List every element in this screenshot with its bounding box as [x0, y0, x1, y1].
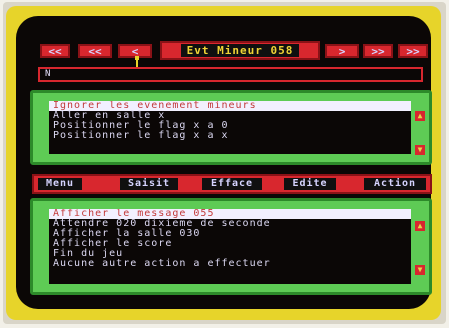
scroll-up-icon[interactable]: ▲ [415, 221, 425, 231]
record-title: Evt Mineur 058 [180, 44, 300, 57]
scroll-up-icon[interactable]: ▲ [415, 111, 425, 121]
actions-list[interactable]: Afficher le message 055 Attendre 020 dix… [49, 209, 411, 284]
record-title-box: Evt Mineur 058 [160, 41, 320, 60]
action-button[interactable]: Action [364, 178, 426, 190]
edite-button[interactable]: Edite [284, 178, 336, 190]
condition-item[interactable]: Positionner le flag x a x [49, 131, 411, 141]
conditions-panel: Ignorer les evenement mineurs Aller en s… [30, 90, 432, 165]
command-input-bar[interactable]: N [38, 67, 423, 82]
menu-button[interactable]: Menu [38, 178, 82, 190]
saisit-button[interactable]: Saisit [120, 178, 178, 190]
efface-button[interactable]: Efface [202, 178, 262, 190]
last-record-button[interactable]: >> [398, 44, 428, 58]
first-record-button[interactable]: << [40, 44, 70, 58]
previous-page-button[interactable]: << [78, 44, 112, 58]
conditions-list[interactable]: Ignorer les evenement mineurs Aller en s… [49, 101, 411, 154]
next-page-button[interactable]: >> [363, 44, 393, 58]
scroll-down-icon[interactable]: ▼ [415, 265, 425, 275]
actions-panel: Afficher le message 055 Attendre 020 dix… [30, 198, 432, 295]
action-item[interactable]: Aucune autre action a effectuer [49, 259, 411, 269]
scroll-down-icon[interactable]: ▼ [415, 145, 425, 155]
next-record-button[interactable]: > [325, 44, 359, 58]
menu-bar: Menu Saisit Efface Edite Action [32, 174, 432, 194]
command-input-value[interactable]: N [42, 70, 419, 79]
